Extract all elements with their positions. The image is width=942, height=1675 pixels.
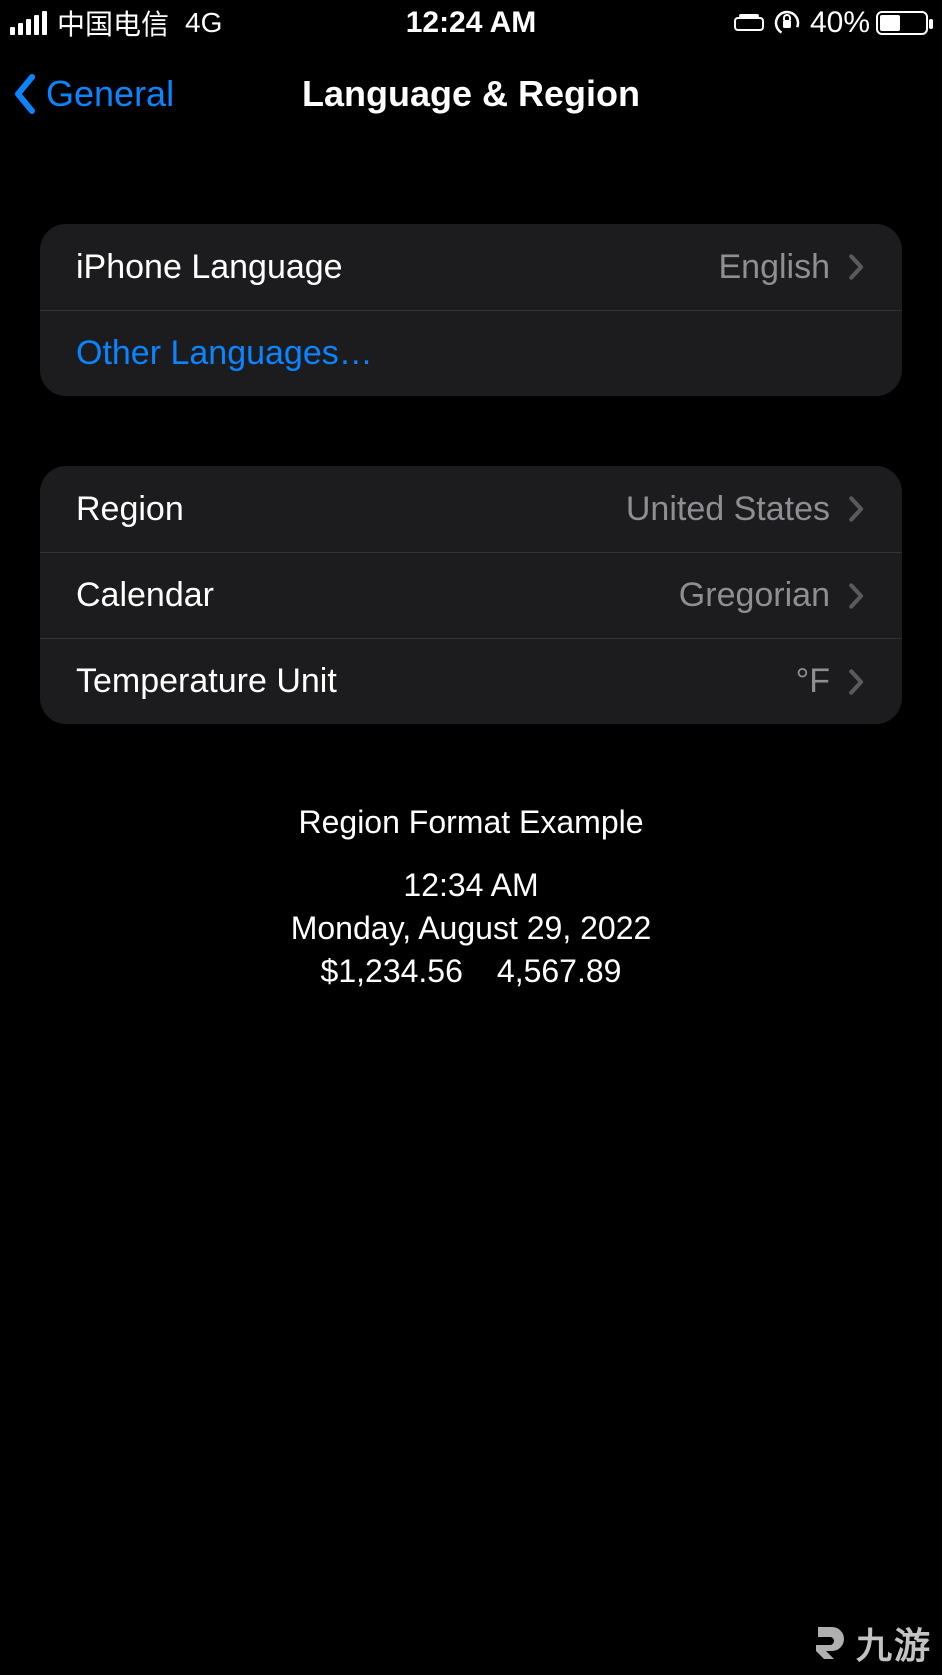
region-label: Region: [76, 490, 184, 529]
chevron-right-icon: [848, 667, 866, 697]
content: iPhone Language English Other Languages……: [0, 134, 942, 990]
format-example-numbers: $1,234.56 4,567.89: [40, 953, 902, 990]
chevron-right-icon: [848, 494, 866, 524]
other-languages-label: Other Languages…: [76, 334, 373, 373]
temperature-unit-label: Temperature Unit: [76, 662, 337, 701]
battery-percent: 40%: [810, 6, 870, 40]
format-example-number: 4,567.89: [497, 953, 622, 990]
region-group: Region United States Calendar Gregorian …: [40, 466, 902, 724]
page-title: Language & Region: [302, 73, 640, 115]
iphone-language-label: iPhone Language: [76, 248, 343, 287]
watermark: 九游: [810, 1617, 932, 1669]
orientation-lock-icon: [774, 10, 800, 36]
chevron-right-icon: [848, 252, 866, 282]
temperature-row[interactable]: Temperature Unit °F: [40, 638, 902, 724]
watermark-text: 九游: [856, 1617, 932, 1669]
format-example-time: 12:34 AM: [40, 867, 902, 904]
region-format-example: Region Format Example 12:34 AM Monday, A…: [40, 804, 902, 990]
format-example-title: Region Format Example: [40, 804, 902, 841]
back-button[interactable]: General: [12, 73, 174, 115]
sleep-focus-icon: [734, 12, 764, 34]
status-bar: 中国电信 4G 12:24 AM 40%: [0, 0, 942, 46]
language-group: iPhone Language English Other Languages…: [40, 224, 902, 396]
calendar-label: Calendar: [76, 576, 214, 615]
carrier-label: 中国电信: [57, 3, 169, 43]
iphone-language-row[interactable]: iPhone Language English: [40, 224, 902, 310]
status-time: 12:24 AM: [406, 6, 537, 40]
network-label: 4G: [185, 7, 222, 39]
format-example-date: Monday, August 29, 2022: [40, 910, 902, 947]
watermark-logo-icon: [810, 1623, 850, 1663]
temperature-unit-value: °F: [796, 662, 830, 701]
region-value: United States: [626, 490, 830, 529]
back-label: General: [46, 73, 174, 115]
calendar-row[interactable]: Calendar Gregorian: [40, 552, 902, 638]
iphone-language-value: English: [718, 248, 830, 287]
region-row[interactable]: Region United States: [40, 466, 902, 552]
signal-bars-icon: [10, 11, 47, 35]
nav-bar: General Language & Region: [0, 54, 942, 134]
battery-icon: [876, 11, 928, 35]
format-example-currency: $1,234.56: [321, 953, 463, 990]
chevron-left-icon: [12, 73, 40, 115]
calendar-value: Gregorian: [679, 576, 830, 615]
other-languages-row[interactable]: Other Languages…: [40, 310, 902, 396]
chevron-right-icon: [848, 581, 866, 611]
